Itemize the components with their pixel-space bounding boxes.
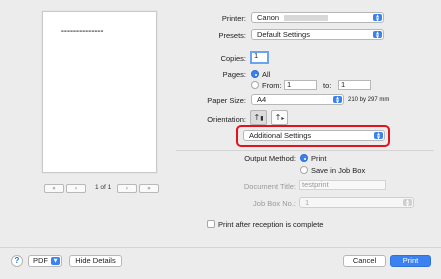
output-print-radio[interactable]: [300, 154, 308, 162]
next-page-button[interactable]: ›: [117, 184, 137, 193]
popup-arrows-icon: ▲ ▼: [373, 31, 382, 38]
pages-from-field[interactable]: 1: [284, 80, 317, 90]
copies-field[interactable]: 1: [250, 51, 269, 64]
footer-separator: [0, 247, 441, 248]
popup-arrows-icon: ▲ ▼: [374, 132, 383, 139]
print-after-reception-checkbox[interactable]: [207, 220, 215, 228]
redacted-printer-name: [284, 15, 328, 21]
landscape-icon: ↑▸: [274, 113, 285, 122]
popup-arrows-icon: ▲ ▼: [373, 14, 382, 21]
help-button[interactable]: ?: [11, 255, 23, 267]
output-save-label: Save in Job Box: [311, 166, 366, 175]
popup-arrows-icon: ▲ ▼: [403, 199, 412, 206]
paper-size-dimensions: 210 by 297 mm: [348, 97, 390, 103]
preview-page-content: ▬▬▬▬▬▬▬▬▬▬▬▬▬▬: [61, 29, 104, 33]
pages-label: Pages:: [222, 70, 246, 79]
paper-size-label: Paper Size:: [207, 96, 246, 105]
first-page-button[interactable]: «: [44, 184, 64, 193]
chevron-down-icon: ▼: [51, 257, 60, 265]
orientation-portrait-button[interactable]: ↑▮: [250, 110, 267, 125]
pages-from-radio[interactable]: [251, 81, 259, 89]
pages-to-label: to:: [323, 81, 332, 90]
section-popup-value: Additional Settings: [249, 131, 312, 140]
print-after-reception-label: Print after reception is complete: [218, 220, 324, 229]
printer-popup[interactable]: Canon ▲ ▼: [251, 12, 384, 23]
job-box-label: Job Box No.:: [253, 199, 296, 208]
printer-label: Printer:: [221, 14, 246, 23]
job-box-value: 1: [305, 198, 310, 207]
presets-value: Default Settings: [257, 30, 310, 39]
popup-arrows-icon: ▲ ▼: [333, 96, 342, 103]
presets-popup[interactable]: Default Settings ▲ ▼: [251, 29, 384, 40]
pages-from-label: From:: [262, 81, 282, 90]
document-title-field[interactable]: testprint: [299, 180, 386, 190]
pages-all-radio[interactable]: [251, 70, 259, 78]
job-box-popup[interactable]: 1 ▲ ▼: [299, 197, 414, 208]
pdf-menu-button[interactable]: PDF ▼: [28, 255, 62, 267]
preview-page: ▬▬▬▬▬▬▬▬▬▬▬▬▬▬: [42, 11, 157, 173]
document-title-label: Document Title:: [243, 182, 296, 191]
output-print-label: Print: [311, 154, 327, 163]
copies-label: Copies:: [220, 54, 246, 63]
previous-page-button[interactable]: ‹: [66, 184, 86, 193]
pdf-label: PDF: [33, 256, 48, 265]
hide-details-button[interactable]: Hide Details: [69, 255, 122, 267]
output-method-label: Output Method:: [244, 154, 296, 163]
last-page-button[interactable]: »: [139, 184, 159, 193]
output-save-radio[interactable]: [300, 166, 308, 174]
presets-label: Presets:: [218, 31, 246, 40]
section-popup[interactable]: Additional Settings ▲ ▼: [243, 130, 385, 141]
pages-to-field[interactable]: 1: [338, 80, 371, 90]
printer-value: Canon: [257, 13, 280, 22]
cancel-button[interactable]: Cancel: [343, 255, 386, 267]
section-separator: [176, 150, 434, 151]
pages-all-label: All: [262, 70, 271, 79]
portrait-icon: ↑▮: [253, 113, 264, 122]
page-counter: 1 of 1: [95, 184, 112, 191]
paper-size-value: A4: [257, 95, 267, 104]
orientation-label: Orientation:: [207, 115, 246, 124]
orientation-landscape-button[interactable]: ↑▸: [271, 110, 288, 125]
print-button[interactable]: Print: [390, 255, 431, 267]
paper-size-popup[interactable]: A4 ▲ ▼: [251, 94, 344, 105]
